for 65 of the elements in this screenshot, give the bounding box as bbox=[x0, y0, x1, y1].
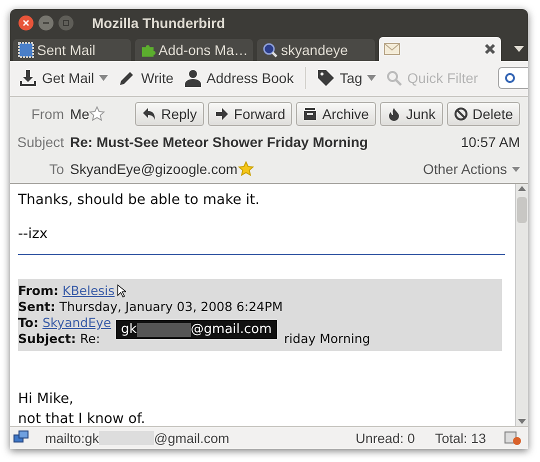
search-icon bbox=[386, 70, 402, 86]
flame-icon bbox=[386, 107, 401, 122]
star-icon[interactable] bbox=[238, 161, 254, 178]
link-address: mailto:gk @gmail.com bbox=[45, 430, 230, 446]
window-title: Mozilla Thunderbird bbox=[92, 14, 225, 31]
unread-count: Unread: 0 bbox=[356, 430, 415, 446]
download-icon bbox=[19, 69, 37, 88]
subject-text: Re: Must-See Meteor Shower Friday Morning bbox=[70, 134, 369, 150]
scroll-thumb[interactable] bbox=[517, 197, 527, 224]
tab[interactable]: skyandeye bbox=[257, 38, 375, 61]
field-label: From bbox=[30, 106, 65, 122]
field-value: Re: bbox=[80, 331, 100, 348]
tag-button[interactable]: Tag bbox=[312, 66, 380, 90]
sender-name: Me bbox=[70, 106, 90, 122]
scroll-down-icon[interactable] bbox=[518, 419, 526, 424]
field-value: Thursday, January 03, 2008 6:24PM bbox=[59, 299, 283, 316]
no-entry-icon bbox=[454, 107, 468, 122]
activity-icon[interactable] bbox=[504, 430, 522, 446]
message-line: not that I know of. bbox=[18, 410, 146, 426]
tag-icon bbox=[316, 69, 335, 88]
archive-button[interactable]: Archive bbox=[296, 102, 376, 126]
write-button[interactable]: Write bbox=[114, 66, 178, 90]
search-icon bbox=[504, 72, 516, 84]
close-icon[interactable] bbox=[18, 14, 34, 31]
message-line: Hi Mike, bbox=[18, 390, 75, 410]
other-actions-menu[interactable]: Other Actions bbox=[422, 161, 520, 178]
field-label: To bbox=[48, 161, 65, 178]
total-count: Total: 13 bbox=[434, 430, 486, 446]
recipient-address: SkyandEye@gizoogle.com bbox=[70, 161, 238, 178]
reply-arrow-icon bbox=[142, 107, 156, 122]
field-label: Subject: bbox=[18, 331, 76, 348]
junk-button[interactable]: Junk bbox=[380, 102, 443, 126]
link-tooltip: gk @gmail.com bbox=[116, 320, 277, 340]
caret-icon bbox=[512, 166, 520, 172]
dropdown-arrow-icon[interactable] bbox=[514, 44, 524, 53]
delete-button[interactable]: Delete bbox=[446, 102, 520, 126]
search-icon bbox=[262, 42, 278, 58]
person-icon bbox=[184, 69, 202, 88]
field-label: To: bbox=[18, 315, 38, 332]
field-label: From: bbox=[18, 283, 59, 300]
tab[interactable]: Sent Mail bbox=[13, 38, 131, 61]
maximize-icon[interactable] bbox=[58, 14, 74, 31]
scrollbar[interactable] bbox=[515, 184, 528, 426]
message-time: 10:57 AM bbox=[460, 134, 520, 150]
close-tab-icon[interactable] bbox=[484, 42, 496, 55]
archive-icon bbox=[303, 107, 318, 122]
message-line: --izx bbox=[18, 226, 49, 242]
tab[interactable]: Add-ons Ma… bbox=[135, 38, 253, 61]
sender-link[interactable]: SkyandEye bbox=[42, 315, 112, 332]
tab[interactable] bbox=[379, 36, 501, 61]
field-value: riday Morning bbox=[284, 331, 370, 348]
sender-link[interactable]: KBelesis bbox=[62, 283, 115, 300]
field-label: Sent: bbox=[18, 299, 56, 316]
envelope-icon bbox=[384, 42, 400, 55]
search-field[interactable] bbox=[498, 67, 528, 90]
reply-button[interactable]: Reply bbox=[135, 102, 204, 126]
forward-button[interactable]: Forward bbox=[208, 102, 292, 126]
address-book-button[interactable]: Address Book bbox=[180, 66, 298, 90]
right-arrow-icon bbox=[214, 107, 229, 122]
folder-icon bbox=[18, 42, 34, 58]
field-label: Subject bbox=[16, 134, 65, 150]
message-line: Thanks, should be able to make it. bbox=[18, 192, 261, 208]
get-mail-button[interactable]: Get Mail bbox=[15, 66, 112, 90]
cursor-icon bbox=[117, 284, 126, 298]
star-icon[interactable] bbox=[89, 106, 106, 122]
